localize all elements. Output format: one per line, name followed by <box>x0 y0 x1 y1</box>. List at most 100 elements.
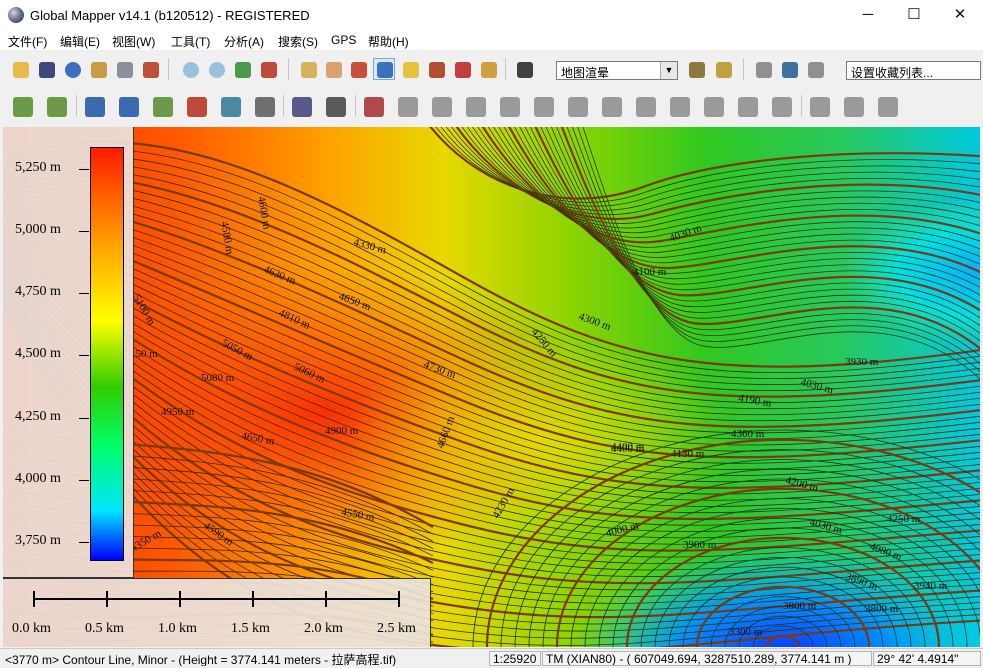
binoculars-icon[interactable] <box>513 58 535 80</box>
zoom-in-icon[interactable] <box>179 58 201 80</box>
redo-icon[interactable] <box>840 93 868 119</box>
sketch-icon[interactable] <box>451 58 473 80</box>
legend-label: 4,750 m <box>15 284 61 300</box>
contour-label: 3940 m <box>914 580 948 592</box>
legend-color-bar <box>90 147 124 561</box>
combine-icon[interactable] <box>217 93 245 119</box>
config-icon[interactable] <box>87 58 109 80</box>
contour-label: 4360 m <box>731 428 765 440</box>
chevron-down-icon[interactable]: ▼ <box>660 62 677 79</box>
contour-label: 3930 m <box>845 356 879 368</box>
shape-edit-icon[interactable] <box>734 93 762 119</box>
main-toolbar: 地图渲晕 ▼ 设置收藏列表... <box>0 54 983 86</box>
contour-label: 3300 m <box>729 626 763 638</box>
menu-analysis[interactable]: 分析(A) <box>224 33 264 50</box>
elevation-map[interactable]: 4600 m 4580 m 4330 m 4630 m 5100 m 4650 … <box>3 127 980 647</box>
line-icon[interactable] <box>428 93 456 119</box>
scale-bar: 0.0 km 0.5 km 1.0 km 1.5 km 2.0 km 2.5 km <box>3 578 431 647</box>
maximize-button[interactable]: ☐ <box>891 0 937 30</box>
legend-tick <box>79 355 89 357</box>
contour-label: 4130 m <box>671 448 705 460</box>
legend-tick <box>79 293 89 295</box>
menu-gps[interactable]: GPS <box>331 33 356 47</box>
minimize-button[interactable]: ─ <box>845 0 891 30</box>
menu-view[interactable]: 视图(W) <box>112 33 155 50</box>
measure-icon[interactable] <box>347 58 369 80</box>
status-latitude: 29° 42' 4.4914" <box>873 651 981 666</box>
layers-icon[interactable] <box>81 93 109 119</box>
menu-tools[interactable]: 工具(T) <box>171 33 210 50</box>
area-icon[interactable] <box>394 93 422 119</box>
zoom-out-icon[interactable] <box>205 58 227 80</box>
edit-icon[interactable] <box>399 58 421 80</box>
menu-edit[interactable]: 编辑(E) <box>60 33 100 50</box>
terrain-icon[interactable] <box>43 93 71 119</box>
3d-view-icon[interactable] <box>712 58 734 80</box>
move-icon[interactable] <box>462 93 490 119</box>
buffer-icon[interactable] <box>632 93 660 119</box>
legend-label: 3,750 m <box>15 532 61 548</box>
legend-tick <box>79 231 89 233</box>
save-icon[interactable] <box>35 58 57 80</box>
map-view[interactable]: 4600 m 4580 m 4330 m 4630 m 5100 m 4650 … <box>3 127 980 647</box>
zoom-tool-icon[interactable] <box>297 58 319 80</box>
split-icon[interactable] <box>530 93 558 119</box>
info-icon[interactable] <box>373 58 395 80</box>
grid-icon[interactable] <box>251 93 279 119</box>
reshape-icon[interactable] <box>874 93 902 119</box>
gps-icon[interactable] <box>804 58 826 80</box>
contour-gen-icon[interactable] <box>9 93 37 119</box>
legend-label: 4,500 m <box>15 346 61 362</box>
path-profile-icon[interactable] <box>425 58 447 80</box>
open-folder-icon[interactable] <box>9 58 31 80</box>
menu-search[interactable]: 搜索(S) <box>278 33 318 50</box>
flag-icon[interactable] <box>752 58 774 80</box>
watershed-icon[interactable] <box>115 93 143 119</box>
create-3d-icon[interactable] <box>183 93 211 119</box>
status-projection: TM (XIAN80) - ( 607049.694, 3287510.289,… <box>542 651 872 666</box>
shape-icon[interactable] <box>666 93 694 119</box>
title-bar: Global Mapper v14.1 (b120512) - REGISTER… <box>0 0 983 30</box>
rotate-icon[interactable] <box>496 93 524 119</box>
menu-file[interactable]: 文件(F) <box>8 33 47 50</box>
home-icon[interactable] <box>257 58 279 80</box>
menu-help[interactable]: 帮助(H) <box>368 33 409 50</box>
node-icon[interactable] <box>768 93 796 119</box>
legend-label: 5,000 m <box>15 222 61 238</box>
legend-label: 4,250 m <box>15 408 61 424</box>
dropdown-icon[interactable] <box>477 58 499 80</box>
3d-icon[interactable] <box>685 58 707 80</box>
contour-label: 3900 m <box>683 539 717 551</box>
window-title: Global Mapper v14.1 (b120512) - REGISTER… <box>30 8 310 23</box>
merge-icon[interactable] <box>564 93 592 119</box>
measure-area-icon[interactable] <box>700 93 728 119</box>
elevation-legend: 5,250 m 5,000 m 4,750 m 4,500 m 4,250 m 4,000… <box>3 127 134 578</box>
elev-icon[interactable] <box>149 93 177 119</box>
feature-icon[interactable] <box>360 93 388 119</box>
digitizer-toolbar <box>0 86 983 124</box>
scale-bar-graphic <box>33 591 400 607</box>
status-bar: <3770 m> Contour Line, Minor - (Height =… <box>0 648 983 668</box>
scale-label: 2.5 km <box>377 621 416 636</box>
camera-icon[interactable] <box>778 58 800 80</box>
globe-icon[interactable] <box>61 58 83 80</box>
favorites-value: 设置收藏列表... <box>851 66 934 80</box>
favorites-select[interactable]: 设置收藏列表... <box>846 61 981 80</box>
close-button[interactable]: ✕ <box>937 0 983 30</box>
vertex-icon[interactable] <box>322 93 350 119</box>
full-view-icon[interactable] <box>231 58 253 80</box>
pan-icon[interactable] <box>322 58 344 80</box>
layer-shader-select[interactable]: 地图渲晕 ▼ <box>556 61 678 80</box>
undo-icon[interactable] <box>806 93 834 119</box>
legend-tick <box>79 169 89 171</box>
tools-icon[interactable] <box>139 58 161 80</box>
export-icon[interactable] <box>113 58 135 80</box>
contour-label: 150 m <box>130 348 158 360</box>
legend-tick <box>79 417 89 419</box>
contour-label: 3800 m <box>865 603 899 615</box>
crop-icon[interactable] <box>598 93 626 119</box>
status-scale: 1:25920 <box>489 651 541 666</box>
digitize-icon[interactable] <box>288 93 316 119</box>
legend-label: 5,250 m <box>15 160 61 176</box>
layer-shader-value: 地图渲晕 <box>561 66 610 80</box>
